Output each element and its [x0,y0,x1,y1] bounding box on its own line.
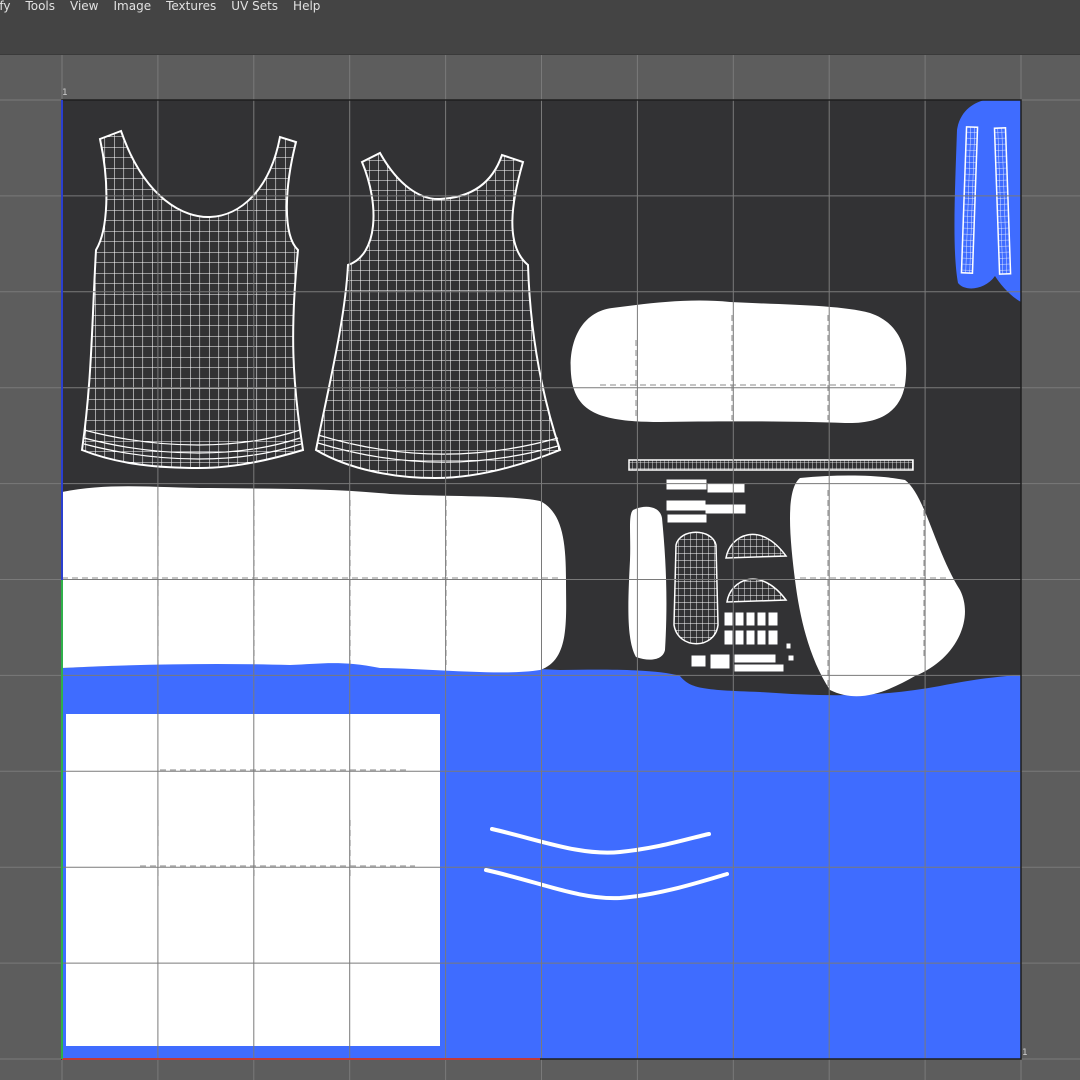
uv-corner-label-top-left: 1 [62,88,68,98]
uv-canvas[interactable] [0,55,1080,1080]
uv-shell-blob-top[interactable] [570,300,907,424]
menu-bar: ify Tools View Image Textures UV Sets He… [0,0,1080,16]
uv-corner-label-bottom-right: 1 [1022,1048,1028,1058]
menu-help[interactable]: Help [285,0,327,13]
menu-textures[interactable]: Textures [158,0,223,13]
uv-toolbar [0,16,1080,55]
uv-shell-blob-small[interactable] [628,506,667,660]
uv-shell-strip[interactable] [628,459,914,471]
uv-shell-square[interactable] [66,714,440,1046]
menu-uv-sets[interactable]: UV Sets [223,0,285,13]
menu-image[interactable]: Image [106,0,159,13]
menu-modify[interactable]: ify [0,0,17,13]
menu-view[interactable]: View [62,0,105,13]
menu-tools[interactable]: Tools [17,0,62,13]
uv-editor-viewport[interactable]: 1 1 [0,55,1080,1080]
